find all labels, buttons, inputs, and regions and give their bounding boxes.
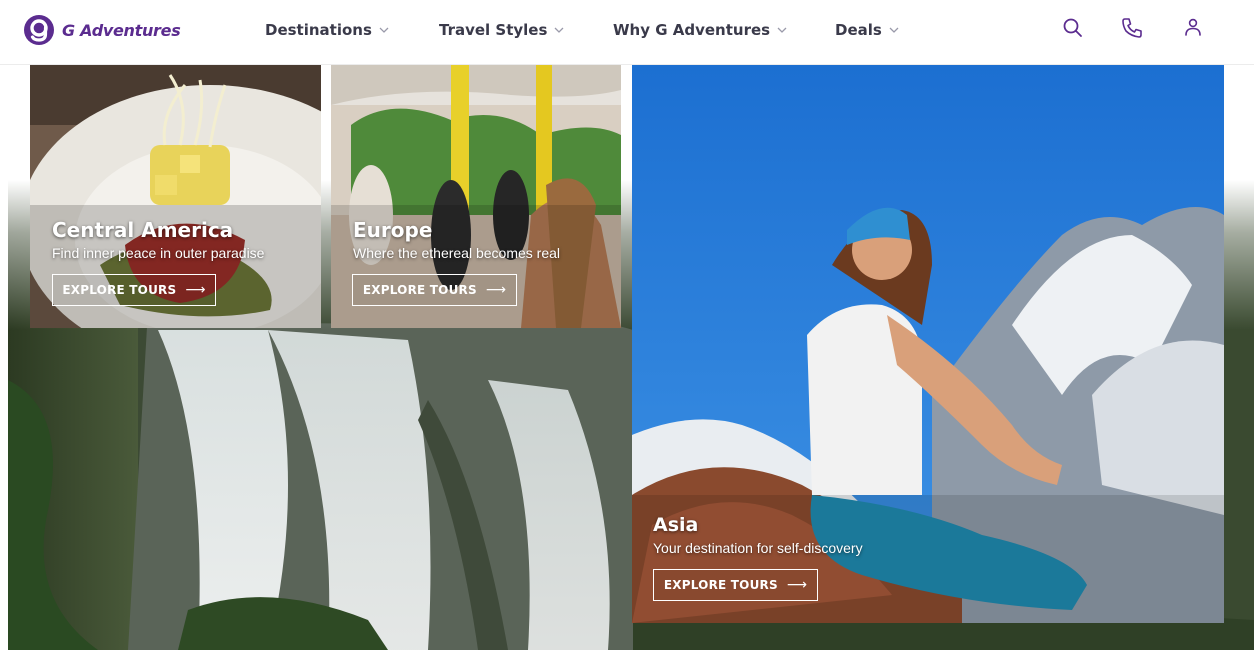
- explore-tours-label: EXPLORE TOURS: [663, 578, 778, 592]
- arrow-right-icon: ⟶: [786, 577, 808, 593]
- explore-tours-button[interactable]: EXPLORE TOURS ⟶: [653, 569, 818, 601]
- explore-tours-button[interactable]: EXPLORE TOURS ⟶: [352, 274, 517, 306]
- explore-tours-label: EXPLORE TOURS: [62, 283, 177, 297]
- card-title: Europe: [353, 218, 433, 242]
- phone-icon[interactable]: [1120, 16, 1144, 40]
- site-header: G Adventures Destinations Travel Styles …: [0, 0, 1254, 65]
- g-adventures-logo-icon: [24, 15, 54, 45]
- card-central-america[interactable]: Central America Find inner peace in oute…: [30, 65, 321, 328]
- nav-deals-label: Deals: [835, 21, 882, 39]
- chevron-down-icon: [777, 27, 787, 33]
- card-asia[interactable]: Asia Your destination for self-discovery…: [632, 65, 1224, 623]
- brand-name: G Adventures: [62, 20, 181, 40]
- nav-why-g-adventures[interactable]: Why G Adventures: [613, 18, 787, 42]
- explore-tours-label: EXPLORE TOURS: [362, 283, 477, 297]
- nav-destinations-label: Destinations: [265, 21, 372, 39]
- card-europe[interactable]: Europe Where the ethereal becomes real E…: [331, 65, 621, 328]
- chevron-down-icon: [379, 27, 389, 33]
- explore-tours-button[interactable]: EXPLORE TOURS ⟶: [52, 274, 216, 306]
- search-icon[interactable]: [1061, 16, 1085, 40]
- nav-destinations[interactable]: Destinations: [265, 18, 389, 42]
- chevron-down-icon: [554, 27, 564, 33]
- nav-why-g-adventures-label: Why G Adventures: [613, 21, 771, 39]
- arrow-right-icon: ⟶: [185, 282, 206, 298]
- card-title: Central America: [52, 218, 234, 242]
- card-subtitle: Your destination for self-discovery: [653, 540, 863, 556]
- card-subtitle: Where the ethereal becomes real: [353, 245, 560, 261]
- nav-travel-styles-label: Travel Styles: [439, 21, 548, 39]
- arrow-right-icon: ⟶: [485, 282, 507, 298]
- chevron-down-icon: [889, 27, 899, 33]
- brand-logo[interactable]: G Adventures: [22, 12, 181, 48]
- card-title: Asia: [653, 514, 699, 536]
- nav-deals[interactable]: Deals: [835, 18, 899, 42]
- nav-travel-styles[interactable]: Travel Styles: [439, 18, 564, 42]
- account-icon[interactable]: [1181, 16, 1205, 40]
- card-subtitle: Find inner peace in outer paradise: [52, 245, 265, 261]
